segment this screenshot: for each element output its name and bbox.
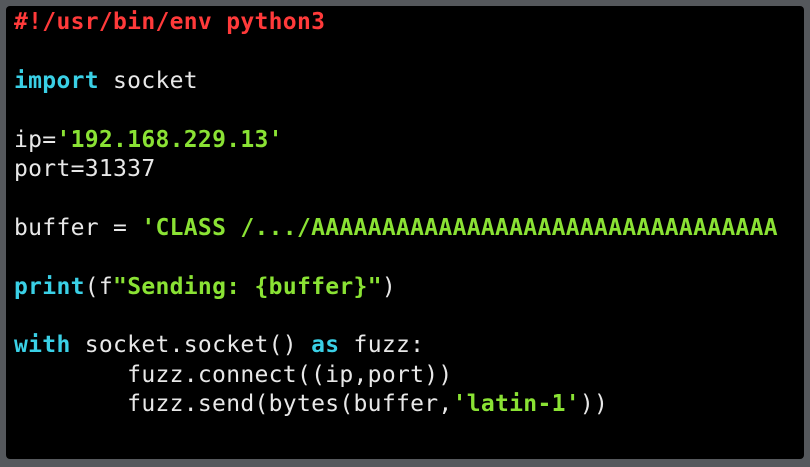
- code-token: socket.socket(): [70, 332, 312, 359]
- code-line-blank3: [14, 184, 804, 213]
- code-token: buffer =: [14, 214, 142, 241]
- code-token: "Sending: {buffer}": [113, 273, 382, 300]
- code-line-connect: fuzz.connect((ip,port)): [14, 361, 804, 390]
- code-line-port: port=31337: [14, 155, 804, 184]
- code-line-ip: ip='192.168.229.13': [14, 126, 804, 155]
- code-line-blank5: [14, 302, 804, 331]
- code-line-blank1: [14, 37, 804, 66]
- code-line-blank2: [14, 96, 804, 125]
- code-token: fuzz.send(bytes(buffer,: [14, 391, 453, 418]
- code-token: #!/usr/bin/env python3: [14, 9, 326, 35]
- code-token: import: [14, 67, 99, 94]
- code-token: as: [311, 332, 340, 359]
- code-token: fuzz:: [339, 332, 425, 359]
- code-line-print: print(f"Sending: {buffer}"): [14, 273, 804, 302]
- terminal-window[interactable]: #!/usr/bin/env python3 import socket ip=…: [6, 6, 804, 459]
- code-token: 'CLASS /.../AAAAAAAAAAAAAAAAAAAAAAAAAAAA…: [141, 214, 778, 241]
- screenshot-frame: #!/usr/bin/env python3 import socket ip=…: [0, 0, 810, 467]
- code-token: ip=: [14, 126, 57, 153]
- code-line-blank4: [14, 243, 804, 272]
- code-token: '192.168.229.13': [56, 126, 283, 153]
- code-token: ): [381, 273, 396, 300]
- code-token: fuzz.connect((ip,port)): [14, 361, 453, 388]
- code-editor-text[interactable]: #!/usr/bin/env python3 import socket ip=…: [14, 8, 804, 419]
- code-line-shebang: #!/usr/bin/env python3: [14, 8, 804, 37]
- code-line-send: fuzz.send(bytes(buffer,'latin-1')): [14, 390, 804, 419]
- code-line-import: import socket: [14, 67, 804, 96]
- code-line-with: with socket.socket() as fuzz:: [14, 331, 804, 360]
- code-token: print: [14, 273, 85, 300]
- code-line-buffer: buffer = 'CLASS /.../AAAAAAAAAAAAAAAAAAA…: [14, 214, 804, 243]
- code-token: with: [14, 332, 71, 359]
- code-token: )): [579, 391, 609, 418]
- code-token: socket: [98, 67, 198, 94]
- code-token: port=31337: [14, 155, 156, 182]
- code-token: 'latin-1': [452, 391, 580, 418]
- code-token: (f: [84, 273, 114, 300]
